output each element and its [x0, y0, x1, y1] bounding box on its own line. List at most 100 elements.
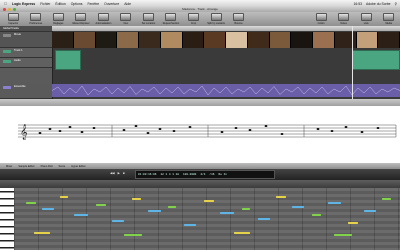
piano-keyboard[interactable]: [0, 188, 15, 250]
menu-edit[interactable]: Édition: [55, 2, 65, 6]
app-menu[interactable]: Logic Express: [12, 2, 35, 6]
minimize-icon[interactable]: [8, 8, 11, 11]
score-editor[interactable]: 𝄞: [0, 99, 400, 163]
midi-note[interactable]: [364, 210, 376, 213]
midi-note[interactable]: [124, 234, 142, 237]
midi-note[interactable]: [74, 214, 88, 217]
toolbar-button-lists[interactable]: Lists: [355, 12, 378, 25]
repeat-icon: [165, 13, 177, 21]
toolbar-button-drag[interactable]: Glisser-Déposer: [70, 12, 93, 25]
midi-note[interactable]: [26, 202, 36, 205]
midi-note[interactable]: [42, 208, 54, 211]
track-controls[interactable]: [3, 33, 11, 37]
movie-frame: [356, 32, 379, 48]
settings-icon: [52, 13, 64, 21]
toolbar-button-preferences[interactable]: Préférences: [25, 12, 48, 25]
movie-frame: [160, 32, 183, 48]
menu-help[interactable]: Aide: [124, 2, 131, 6]
toolbar-button-automation[interactable]: Automatisation: [92, 12, 115, 25]
lcd-tempo[interactable]: 120.0000: [183, 173, 196, 176]
toolbar-button-colors[interactable]: Colors: [310, 12, 333, 25]
toolbar-button-inspector[interactable]: Inspector: [2, 12, 25, 25]
midi-note[interactable]: [96, 204, 106, 207]
play-icon[interactable]: ▶: [118, 171, 120, 175]
lists-icon: [360, 13, 372, 21]
toolbar-button-bounce[interactable]: Bounce: [227, 12, 250, 25]
bounce-icon: [233, 13, 245, 21]
midi-note[interactable]: [60, 196, 68, 199]
score-toolbar: [0, 99, 400, 106]
midi-note[interactable]: [242, 208, 250, 211]
track-controls[interactable]: [3, 85, 11, 89]
toolbar-button-flex[interactable]: Flex: [115, 12, 138, 25]
toolbar-button-settings[interactable]: Réglages: [47, 12, 70, 25]
piano-roll-grid[interactable]: [14, 188, 400, 250]
midi-note[interactable]: [148, 210, 161, 213]
movie-frame: [378, 32, 400, 48]
midi-note[interactable]: [220, 212, 234, 215]
midi-region[interactable]: [55, 50, 81, 70]
track-controls[interactable]: [3, 59, 11, 63]
crop-icon: [188, 13, 200, 21]
midi-note[interactable]: [276, 196, 286, 199]
zoom-icon[interactable]: [13, 8, 16, 11]
apple-icon[interactable]: : [4, 1, 7, 6]
spotlight-icon[interactable]: ⚲: [395, 2, 397, 6]
arrange-ruler[interactable]: [52, 26, 400, 31]
toolbar-button-set-locators[interactable]: Set Locators: [137, 12, 160, 25]
playhead[interactable]: [352, 26, 353, 99]
notes-icon: [338, 13, 350, 21]
track-header-ensemble[interactable]: Ensemble: [0, 84, 52, 99]
menu-screenset[interactable]: Ouverture: [104, 2, 119, 6]
midi-note[interactable]: [34, 232, 50, 235]
midi-note[interactable]: [348, 222, 358, 225]
lcd-position: 12 1 4 1 18: [160, 173, 179, 176]
waveform: [52, 85, 400, 96]
media-icon: [383, 13, 395, 21]
tab-hyper-editor[interactable]: Hyper Editor: [71, 165, 85, 168]
menu-options[interactable]: Options: [71, 2, 83, 6]
track-header-track1[interactable]: Track 1: [0, 48, 52, 58]
movie-frame: [52, 32, 74, 48]
user-name[interactable]: Adobe du Sorbe: [366, 2, 391, 6]
toolbar-button-notes[interactable]: Notes: [332, 12, 355, 25]
midi-note[interactable]: [132, 198, 141, 201]
midi-note[interactable]: [328, 202, 341, 205]
audio-region[interactable]: [52, 84, 400, 97]
toolbar-button-media[interactable]: Media: [377, 12, 400, 25]
midi-note[interactable]: [234, 232, 250, 235]
rewind-icon[interactable]: ◀◀: [110, 171, 115, 175]
close-icon[interactable]: [3, 8, 6, 11]
midi-region[interactable]: [352, 50, 400, 70]
toolbar-button-split[interactable]: Split by Locators: [205, 12, 228, 25]
midi-note[interactable]: [334, 234, 352, 237]
tab-piano-roll[interactable]: Piano Roll: [41, 165, 53, 168]
midi-note[interactable]: [112, 220, 124, 223]
midi-note[interactable]: [258, 218, 270, 221]
menu-file[interactable]: Fichier: [40, 2, 50, 6]
track-controls[interactable]: [3, 49, 11, 53]
automation-icon: [97, 13, 109, 21]
stop-icon[interactable]: ■: [123, 171, 125, 175]
toolbar-button-repeat[interactable]: Repeat Section: [160, 12, 183, 25]
menu-window[interactable]: Fenêtre: [87, 2, 99, 6]
piano-roll-ruler[interactable]: [0, 180, 400, 188]
midi-note[interactable]: [204, 200, 214, 203]
midi-note[interactable]: [292, 206, 304, 209]
score-staff: 𝄞: [18, 124, 397, 140]
midi-note[interactable]: [382, 198, 391, 201]
lcd-signature[interactable]: 4/4: [200, 173, 205, 176]
midi-note[interactable]: [168, 206, 176, 209]
track-header-audio[interactable]: Audio: [0, 58, 52, 68]
track-header-movie[interactable]: Movie: [0, 32, 52, 48]
clock: 16:53: [353, 1, 363, 6]
tab-mixer[interactable]: Mixer: [6, 165, 12, 168]
lcd-division[interactable]: /16: [209, 173, 214, 176]
tab-score[interactable]: Score: [58, 165, 65, 168]
movie-frame: [291, 32, 313, 48]
toolbar-button-crop[interactable]: Crop: [182, 12, 205, 25]
midi-note[interactable]: [184, 224, 196, 227]
movie-thumbnail-strip: [52, 32, 400, 48]
midi-note[interactable]: [312, 214, 321, 217]
tab-sample-editor[interactable]: Sample Editor: [18, 165, 34, 168]
